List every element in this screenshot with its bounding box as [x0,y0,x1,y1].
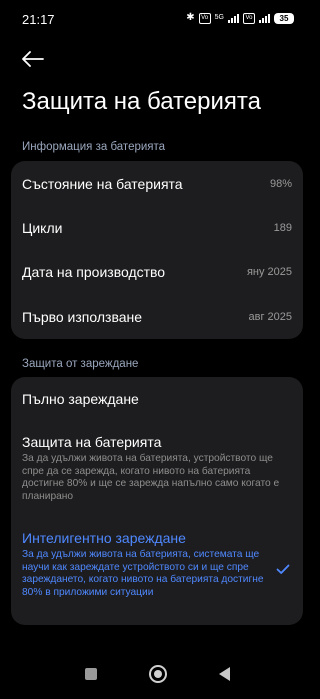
page-title: Защита на батерията [22,88,261,115]
bluetooth-icon: ✱ [186,12,195,23]
row-label: Състояние на батерията [22,176,183,192]
home-button[interactable] [148,665,167,683]
option-title: Защита на батерията [22,434,162,450]
row-cycles[interactable]: Цикли 189 [22,206,292,250]
battery-icon: 35 [274,12,294,24]
nav-back-button[interactable] [218,667,230,681]
system-nav-bar [0,649,314,699]
signal-sim2-icon [259,13,270,23]
signal-sim1-icon [228,13,239,23]
status-icons: ✱ Vo 5G Vo 35 [186,12,294,24]
recents-button[interactable] [84,668,97,680]
battery-info-card: Състояние на батерията 98% Цикли 189 Дат… [11,161,303,339]
row-manufacture-date[interactable]: Дата на производство яну 2025 [22,250,292,294]
row-value: 98% [269,178,292,190]
section-label-battery-info: Информация за батерията [22,141,166,153]
option-title: Интелигентно зареждане [22,530,186,546]
row-first-use[interactable]: Първо използване авг 2025 [22,295,292,339]
volte-sim2-icon: Vo [243,12,255,24]
option-full-charge[interactable]: Пълно зареждане [22,391,292,407]
charging-protection-card: Пълно зареждане Защита на батерията За д… [11,377,303,625]
option-smart-charging[interactable]: Интелигентно зареждане За да удължи живо… [22,530,292,599]
row-label: Дата на производство [22,264,166,280]
network-type: 5G [214,14,224,21]
option-description: За да удължи живота на батерията, устрой… [22,453,280,502]
volte-sim1-icon: Vo [198,12,211,24]
option-title: Пълно зареждане [22,391,139,407]
row-value: авг 2025 [248,311,292,323]
row-battery-health[interactable]: Състояние на батерията 98% [22,162,292,206]
back-button[interactable] [18,44,48,74]
row-label: Първо използване [22,309,143,325]
option-battery-protection[interactable]: Защита на батерията За да удължи живота … [22,434,292,503]
home-dot-icon [153,670,162,678]
row-value: 189 [273,222,292,234]
option-description: За да удължи живота на батерията, систем… [22,549,264,598]
status-bar: 21:17 ✱ Vo 5G Vo 35 [0,0,314,38]
row-label: Цикли [22,220,63,236]
row-value: яну 2025 [246,266,292,278]
section-label-charging-protection: Защита от зареждане [22,358,139,370]
arrow-left-icon [22,51,44,67]
checkmark-icon [276,564,290,574]
status-time: 21:17 [22,11,55,27]
